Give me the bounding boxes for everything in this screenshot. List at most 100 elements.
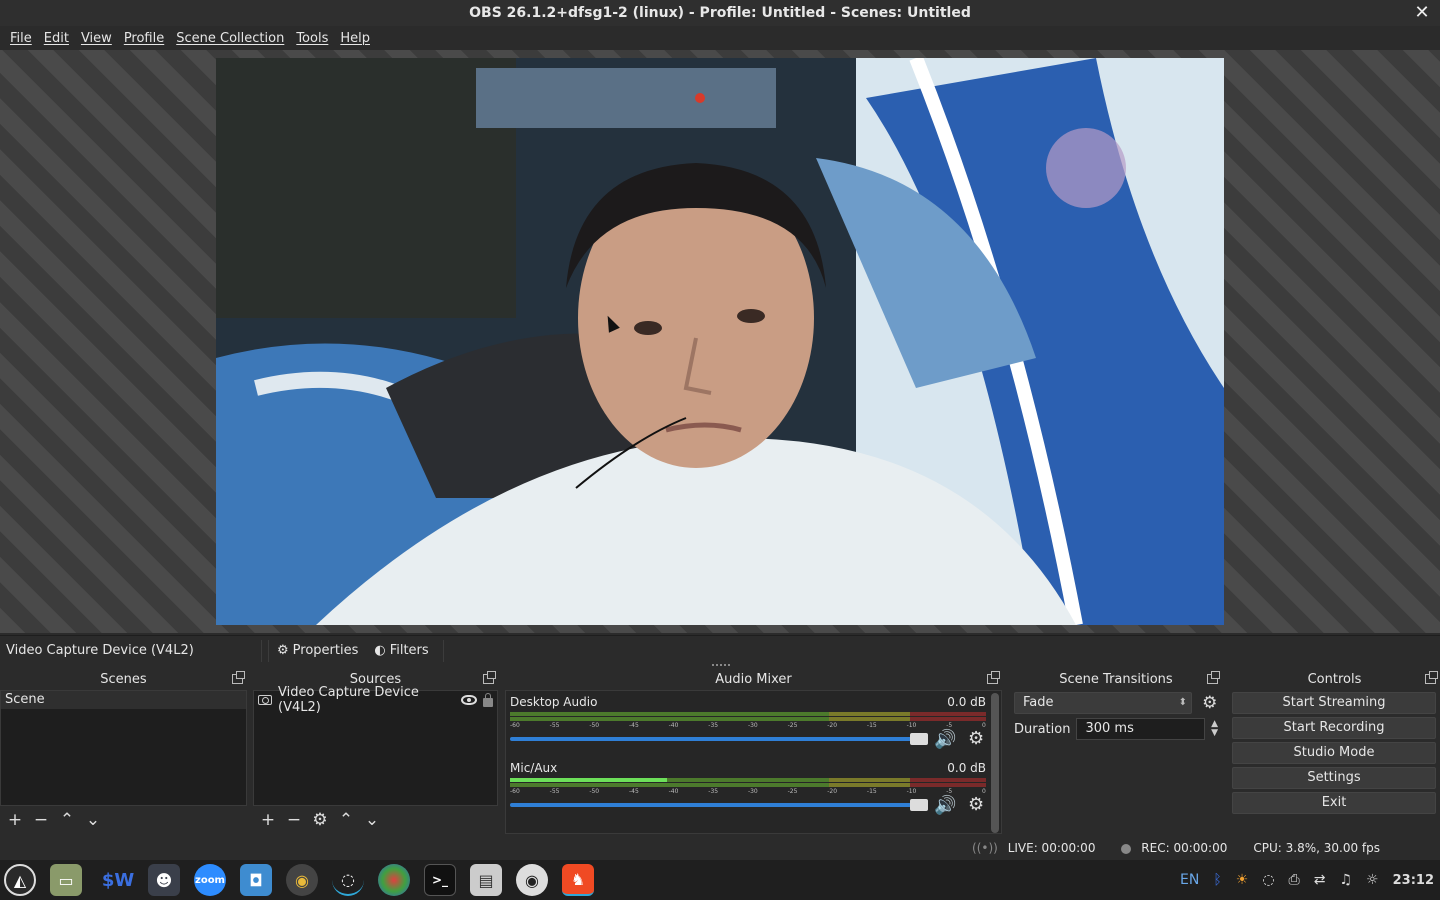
source-list-item[interactable]: Video Capture Device (V4L2) bbox=[254, 685, 497, 715]
brave-icon[interactable]: ♞ bbox=[562, 864, 594, 896]
add-scene-icon[interactable]: + bbox=[4, 809, 26, 831]
remove-scene-icon[interactable]: − bbox=[30, 809, 52, 831]
record-dot-icon bbox=[1121, 843, 1132, 854]
transition-gear-icon[interactable]: ⚙ bbox=[1202, 693, 1217, 713]
move-up-icon[interactable]: ⌃ bbox=[335, 809, 357, 831]
speaker-icon[interactable]: 🔊 bbox=[934, 795, 956, 816]
bluetooth-icon[interactable]: ᛒ bbox=[1213, 872, 1221, 888]
meter-tick-label: -30 bbox=[747, 722, 758, 729]
archive-icon[interactable]: ▤ bbox=[470, 864, 502, 896]
move-down-icon[interactable]: ⌄ bbox=[361, 809, 383, 831]
meter-tick-label: -40 bbox=[668, 788, 679, 795]
webcam-icon[interactable]: ◉ bbox=[516, 864, 548, 896]
transition-select[interactable]: Fade ⬍ bbox=[1014, 692, 1192, 714]
undock-icon[interactable] bbox=[1207, 671, 1220, 684]
clock[interactable]: 23:12 bbox=[1393, 873, 1434, 888]
properties-button[interactable]: ⚙ Properties bbox=[269, 640, 366, 662]
add-source-icon[interactable]: + bbox=[257, 809, 279, 831]
close-icon[interactable]: ✕ bbox=[1412, 3, 1432, 23]
mascot-icon[interactable]: ☻ bbox=[148, 864, 180, 896]
undock-icon[interactable] bbox=[987, 671, 1000, 684]
channel-name: Desktop Audio bbox=[510, 695, 598, 709]
visibility-eye-icon[interactable] bbox=[461, 695, 477, 705]
filters-label: Filters bbox=[389, 643, 429, 658]
channel-name: Mic/Aux bbox=[510, 761, 558, 775]
filters-button[interactable]: ◐ Filters bbox=[366, 640, 436, 662]
rec-status: REC: 00:00:00 bbox=[1121, 841, 1227, 855]
window-titlebar: OBS 26.1.2+dfsg1-2 (linux) - Profile: Un… bbox=[0, 0, 1440, 26]
speaker-icon[interactable]: 🔊 bbox=[934, 729, 956, 750]
color-icon[interactable] bbox=[378, 864, 410, 896]
meter-ticks: -60 -55 -50 -45 -40 -35 -30 -25 -20 -15 -10 -5 0 bbox=[510, 788, 986, 798]
speaker-icon[interactable]: ◉ bbox=[286, 864, 318, 896]
keyboard-layout[interactable]: EN bbox=[1180, 872, 1199, 888]
weather-icon[interactable]: ☀ bbox=[1236, 872, 1249, 888]
volume-slider[interactable] bbox=[510, 733, 928, 745]
gear-icon[interactable]: ⚙ bbox=[968, 794, 984, 815]
studio-mode-button[interactable]: Studio Mode bbox=[1232, 742, 1436, 764]
move-down-icon[interactable]: ⌄ bbox=[82, 809, 104, 831]
files-icon[interactable]: ▭ bbox=[50, 864, 82, 896]
settings-button[interactable]: Settings bbox=[1232, 767, 1436, 789]
mixer-channel-desktop-audio: Desktop Audio 0.0 dB -60 -55 -50 -45 -40 -35 -… bbox=[510, 695, 986, 761]
meter-tick-label: -50 bbox=[589, 788, 600, 795]
source-properties-gear-icon[interactable]: ⚙ bbox=[309, 809, 331, 831]
duration-input[interactable]: 300 ms bbox=[1076, 718, 1206, 740]
menu-view[interactable]: View bbox=[75, 31, 118, 46]
audio-mixer-panel: Desktop Audio 0.0 dB -60 -55 -50 -45 -40 -35 -… bbox=[505, 690, 1002, 834]
controls-dock: Controls Start Streaming Start Recording… bbox=[1229, 670, 1440, 836]
meter-tick-label: -30 bbox=[747, 788, 758, 795]
menu-file[interactable]: File bbox=[4, 31, 38, 46]
menu-edit[interactable]: Edit bbox=[38, 31, 75, 46]
menu-help[interactable]: Help bbox=[334, 31, 376, 46]
audio-mixer-dock: Audio Mixer Desktop Audio 0.0 dB -60 -55 -… bbox=[505, 670, 1002, 836]
camera-icon[interactable]: ◘ bbox=[240, 864, 272, 896]
brightness-icon[interactable]: ☼ bbox=[1366, 872, 1379, 888]
music-icon[interactable]: ♫ bbox=[1339, 872, 1352, 888]
launcher-icon[interactable]: ◭ bbox=[4, 864, 36, 896]
meter-tick-label: -40 bbox=[668, 722, 679, 729]
scene-list-item[interactable]: Scene bbox=[1, 691, 246, 709]
obs-icon[interactable]: ◌ bbox=[332, 864, 364, 896]
network-icon[interactable]: ⇄ bbox=[1314, 872, 1326, 888]
lock-icon[interactable] bbox=[483, 692, 493, 707]
terminal-icon[interactable]: >_ bbox=[424, 864, 456, 896]
channel-db: 0.0 dB bbox=[947, 761, 986, 775]
volume-slider[interactable] bbox=[510, 799, 928, 811]
remove-source-icon[interactable]: − bbox=[283, 809, 305, 831]
zoom-icon[interactable]: zoom bbox=[194, 864, 226, 896]
undock-icon[interactable] bbox=[1425, 671, 1438, 684]
live-time: LIVE: 00:00:00 bbox=[1007, 841, 1096, 855]
exit-button[interactable]: Exit bbox=[1232, 792, 1436, 814]
properties-label: Properties bbox=[292, 643, 359, 658]
transition-selected: Fade bbox=[1023, 695, 1054, 710]
mixer-scrollbar[interactable] bbox=[991, 693, 999, 833]
gear-icon[interactable]: ⚙ bbox=[968, 728, 984, 749]
start-streaming-button[interactable]: Start Streaming bbox=[1232, 692, 1436, 714]
sources-list[interactable]: Video Capture Device (V4L2) bbox=[253, 685, 498, 806]
window-title: OBS 26.1.2+dfsg1-2 (linux) - Profile: Un… bbox=[469, 5, 971, 21]
obs-tray-icon[interactable]: ◌ bbox=[1262, 872, 1274, 888]
menu-scene-collection[interactable]: Scene Collection bbox=[170, 31, 290, 46]
meter-tick-label: -15 bbox=[866, 788, 877, 795]
scene-transitions-header: Scene Transitions bbox=[1010, 670, 1222, 690]
printer-icon[interactable]: ⎙ bbox=[1289, 872, 1300, 888]
webcam-video-feed[interactable] bbox=[216, 58, 1224, 625]
menu-tools[interactable]: Tools bbox=[290, 31, 334, 46]
duration-row: Duration 300 ms ▲ ▼ bbox=[1014, 718, 1218, 740]
dock-resize-grip[interactable] bbox=[712, 664, 730, 668]
menu-profile[interactable]: Profile bbox=[118, 31, 170, 46]
start-recording-button[interactable]: Start Recording bbox=[1232, 717, 1436, 739]
volume-slider-handle[interactable] bbox=[910, 733, 928, 745]
sw-icon[interactable]: $W bbox=[102, 864, 134, 896]
move-up-icon[interactable]: ⌃ bbox=[56, 809, 78, 831]
undock-icon[interactable] bbox=[483, 671, 496, 684]
webcam-frame-image bbox=[216, 58, 1224, 625]
preview-canvas[interactable] bbox=[0, 50, 1440, 633]
scenes-toolbar: + − ⌃ ⌄ bbox=[0, 806, 247, 834]
menu-bar: File Edit View Profile Scene Collection … bbox=[0, 26, 1440, 50]
duration-spinner-icon[interactable]: ▲ ▼ bbox=[1211, 720, 1218, 738]
scenes-list[interactable]: Scene bbox=[0, 690, 247, 806]
volume-slider-handle[interactable] bbox=[910, 799, 928, 811]
undock-icon[interactable] bbox=[232, 671, 245, 684]
